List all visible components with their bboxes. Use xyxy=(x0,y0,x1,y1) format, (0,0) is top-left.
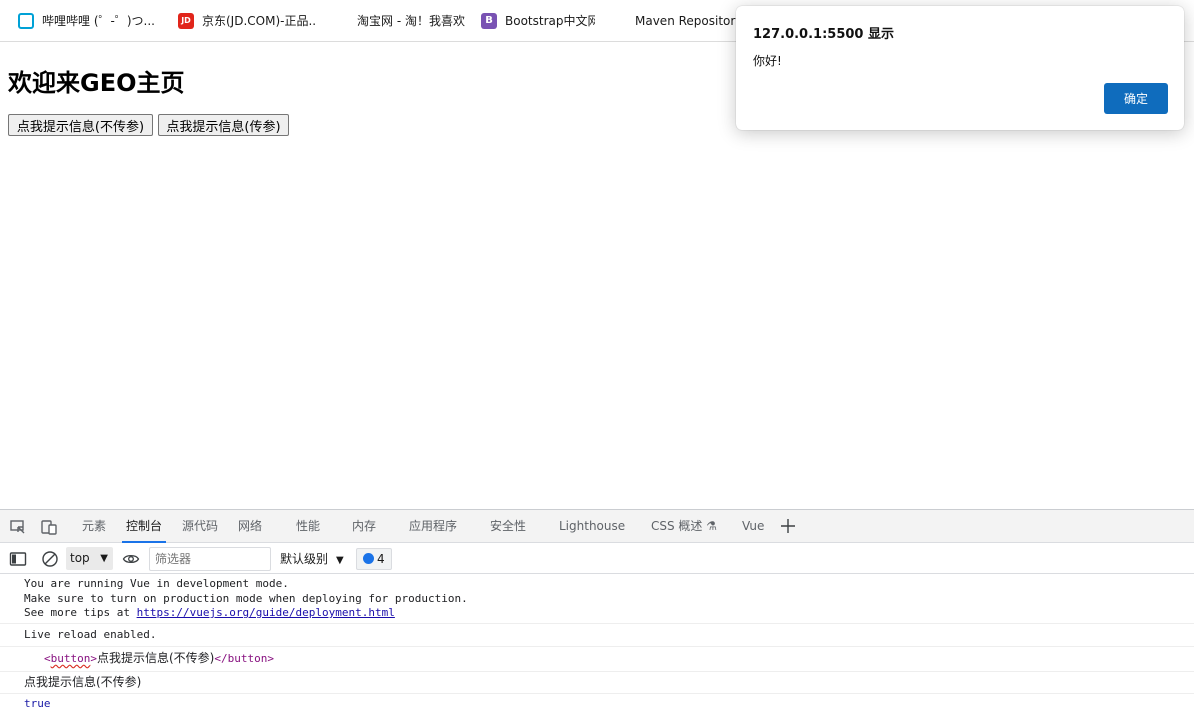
tab-security[interactable]: 安全性 xyxy=(490,510,526,543)
tab-console[interactable]: 控制台 xyxy=(121,510,167,543)
console-output: You are running Vue in development mode.… xyxy=(0,575,1194,715)
log-level-value: 默认级别 xyxy=(280,552,329,566)
inspect-element-icon[interactable] xyxy=(9,518,27,536)
tab-vue[interactable]: Vue xyxy=(742,510,764,543)
console-message-vue: You are running Vue in development mode.… xyxy=(0,575,1194,624)
alert-no-param-button[interactable]: 点我提示信息(不传参) xyxy=(8,114,153,136)
clear-console-icon[interactable] xyxy=(41,550,59,568)
tab-network[interactable]: 网络 xyxy=(238,510,262,543)
console-message-log: 点我提示信息(不传参) xyxy=(0,672,1194,694)
taobao-icon: 淘 xyxy=(333,12,349,29)
bookmark-label: Bootstrap中文网 xyxy=(505,14,595,28)
bookmark-jd[interactable]: JD 京东(JD.COM)-正品... xyxy=(172,8,317,34)
vue-line-3: See more tips at xyxy=(24,606,137,619)
console-message-live-reload: Live reload enabled. xyxy=(0,624,1194,647)
message-count-badge[interactable]: 4 xyxy=(356,548,392,570)
context-value: top xyxy=(70,551,90,565)
tab-performance[interactable]: 性能 xyxy=(296,510,320,543)
alert-with-param-button[interactable]: 点我提示信息(传参) xyxy=(158,114,289,136)
tag-open-bracket: < xyxy=(44,652,51,665)
log-text: 点我提示信息(不传参) xyxy=(24,674,142,689)
bookmark-label: 哔哩哔哩 (゜-゜)つ... xyxy=(42,14,155,28)
bookmark-label: 京东(JD.COM)-正品... xyxy=(202,14,317,28)
bilibili-icon: ʘ xyxy=(18,12,34,29)
tag-name: button xyxy=(50,652,91,665)
devtools-panel: 元素 控制台 源代码 网络 性能 内存 应用程序 安全性 Lighthouse … xyxy=(0,509,1194,715)
live-expression-eye-icon[interactable] xyxy=(122,550,140,568)
page-title: 欢迎来GEO主页 xyxy=(8,69,185,97)
vue-line-1: You are running Vue in development mode. xyxy=(24,577,289,590)
tab-sources[interactable]: 源代码 xyxy=(182,510,218,543)
maven-icon: MVN xyxy=(607,12,632,29)
context-select[interactable]: top ▼ xyxy=(66,547,113,570)
tab-application[interactable]: 应用程序 xyxy=(409,510,457,543)
console-toolbar: top ▼ 默认级别 ▼ 4 xyxy=(0,544,1194,574)
tag-close-bracket: > xyxy=(90,652,97,665)
device-toolbar-icon[interactable] xyxy=(40,518,58,536)
console-message-element[interactable]: <button>点我提示信息(不传参)</button> xyxy=(0,647,1194,672)
bookmark-label: Maven Repository:... xyxy=(635,13,745,28)
tab-elements[interactable]: 元素 xyxy=(82,510,106,543)
console-filter-input[interactable] xyxy=(149,547,271,571)
bookmark-bootstrap[interactable]: B Bootstrap中文网 xyxy=(475,8,595,34)
vue-docs-link[interactable]: https://vuejs.org/guide/deployment.html xyxy=(137,606,395,619)
alert-message: 你好! xyxy=(753,54,782,68)
more-tabs-plus-icon[interactable] xyxy=(780,518,796,534)
alert-dialog: 127.0.0.1:5500 显示 你好! 确定 xyxy=(736,6,1184,130)
tag-end: </button> xyxy=(214,652,274,665)
message-count: 4 xyxy=(377,552,385,566)
devtools-tab-bar: 元素 控制台 源代码 网络 性能 内存 应用程序 安全性 Lighthouse … xyxy=(0,510,1194,543)
dropdown-caret-icon: ▼ xyxy=(100,553,108,564)
bookmark-taobao[interactable]: 淘 淘宝网 - 淘！我喜欢 xyxy=(327,8,465,34)
log-level-select[interactable]: 默认级别 ▼ xyxy=(280,544,344,574)
jd-icon: JD xyxy=(178,12,194,29)
alert-ok-button[interactable]: 确定 xyxy=(1104,83,1168,114)
bookmark-maven[interactable]: MVN Maven Repository:... xyxy=(605,8,745,34)
alert-title: 127.0.0.1:5500 显示 xyxy=(753,27,894,42)
vue-line-2: Make sure to turn on production mode whe… xyxy=(24,591,468,605)
message-icon xyxy=(363,553,374,564)
dropdown-caret-icon: ▼ xyxy=(336,555,344,566)
bookmark-bilibili[interactable]: ʘ 哔哩哔哩 (゜-゜)つ... xyxy=(12,8,162,34)
tab-css-overview[interactable]: CSS 概述 ⚗ xyxy=(651,510,717,543)
tab-lighthouse[interactable]: Lighthouse xyxy=(559,510,625,543)
sidebar-toggle-icon[interactable] xyxy=(9,550,27,568)
bookmark-label: 淘宝网 - 淘！我喜欢 xyxy=(357,14,465,28)
tab-memory[interactable]: 内存 xyxy=(352,510,376,543)
console-message-bool: true xyxy=(0,694,1194,715)
bootstrap-icon: B xyxy=(481,12,497,29)
element-text: 点我提示信息(不传参) xyxy=(97,651,215,665)
